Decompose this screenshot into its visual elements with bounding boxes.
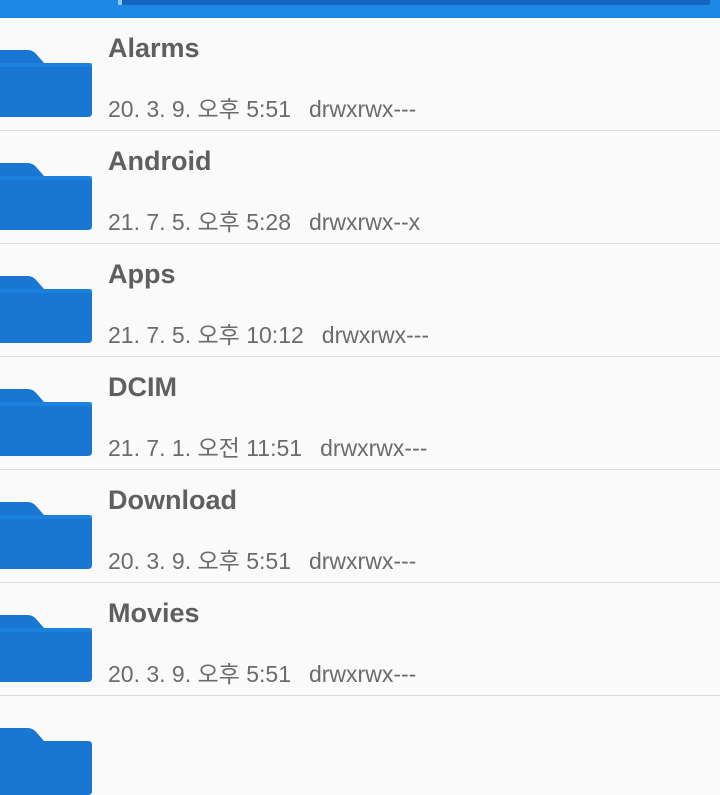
file-date: 21. 7. 1. 오전 11:51: [108, 435, 303, 461]
folder-icon: [0, 728, 92, 795]
list-item-alarms[interactable]: Alarms 20. 3. 9. 오후 5:51 drwxrwx---: [0, 18, 720, 131]
folder-icon: [0, 50, 92, 117]
file-permissions: drwxrwx---: [308, 548, 417, 574]
file-name: Alarms: [108, 33, 200, 63]
list-item-movies[interactable]: Movies 20. 3. 9. 오후 5:51 drwxrwx---: [0, 583, 720, 696]
folder-icon: [0, 276, 92, 343]
file-date: 21. 7. 5. 오후 10:12: [108, 322, 304, 348]
file-meta: 21. 7. 5. 오후 10:12 drwxrwx---: [108, 316, 429, 350]
file-list: Alarms 20. 3. 9. 오후 5:51 drwxrwx--- Andro…: [0, 18, 720, 795]
top-toolbar: [0, 0, 720, 18]
folder-icon: [0, 502, 92, 569]
list-item-download[interactable]: Download 20. 3. 9. 오후 5:51 drwxrwx---: [0, 470, 720, 583]
list-item-android[interactable]: Android 21. 7. 5. 오후 5:28 drwxrwx--x: [0, 131, 720, 244]
list-item-dcim[interactable]: DCIM 21. 7. 1. 오전 11:51 drwxrwx---: [0, 357, 720, 470]
file-date: 20. 3. 9. 오후 5:51: [108, 96, 291, 122]
file-meta: 20. 3. 9. 오후 5:51 drwxrwx---: [108, 542, 416, 576]
file-permissions: drwxrwx---: [308, 96, 417, 122]
folder-icon: [0, 615, 92, 682]
file-permissions: drwxrwx--x: [308, 209, 421, 235]
list-item-partial[interactable]: [0, 696, 720, 795]
file-date: 20. 3. 9. 오후 5:51: [108, 661, 291, 687]
file-name: Movies: [108, 598, 200, 628]
folder-icon: [0, 163, 92, 230]
file-name: Android: [108, 146, 212, 176]
file-name: Download: [108, 485, 237, 515]
file-date: 20. 3. 9. 오후 5:51: [108, 548, 291, 574]
file-name: DCIM: [108, 372, 177, 402]
file-date: 21. 7. 5. 오후 5:28: [108, 209, 291, 235]
file-meta: 20. 3. 9. 오후 5:51 drwxrwx---: [108, 90, 416, 124]
file-permissions: drwxrwx---: [320, 435, 428, 461]
file-meta: 21. 7. 1. 오전 11:51 drwxrwx---: [108, 429, 427, 463]
file-meta: 21. 7. 5. 오후 5:28 drwxrwx--x: [108, 203, 420, 237]
file-meta: 20. 3. 9. 오후 5:51 drwxrwx---: [108, 655, 416, 689]
file-permissions: drwxrwx---: [321, 322, 430, 348]
toolbar-search-area[interactable]: [118, 0, 710, 5]
file-permissions: drwxrwx---: [308, 661, 417, 687]
file-name: Apps: [108, 259, 176, 289]
folder-icon: [0, 389, 92, 456]
list-item-apps[interactable]: Apps 21. 7. 5. 오후 10:12 drwxrwx---: [0, 244, 720, 357]
